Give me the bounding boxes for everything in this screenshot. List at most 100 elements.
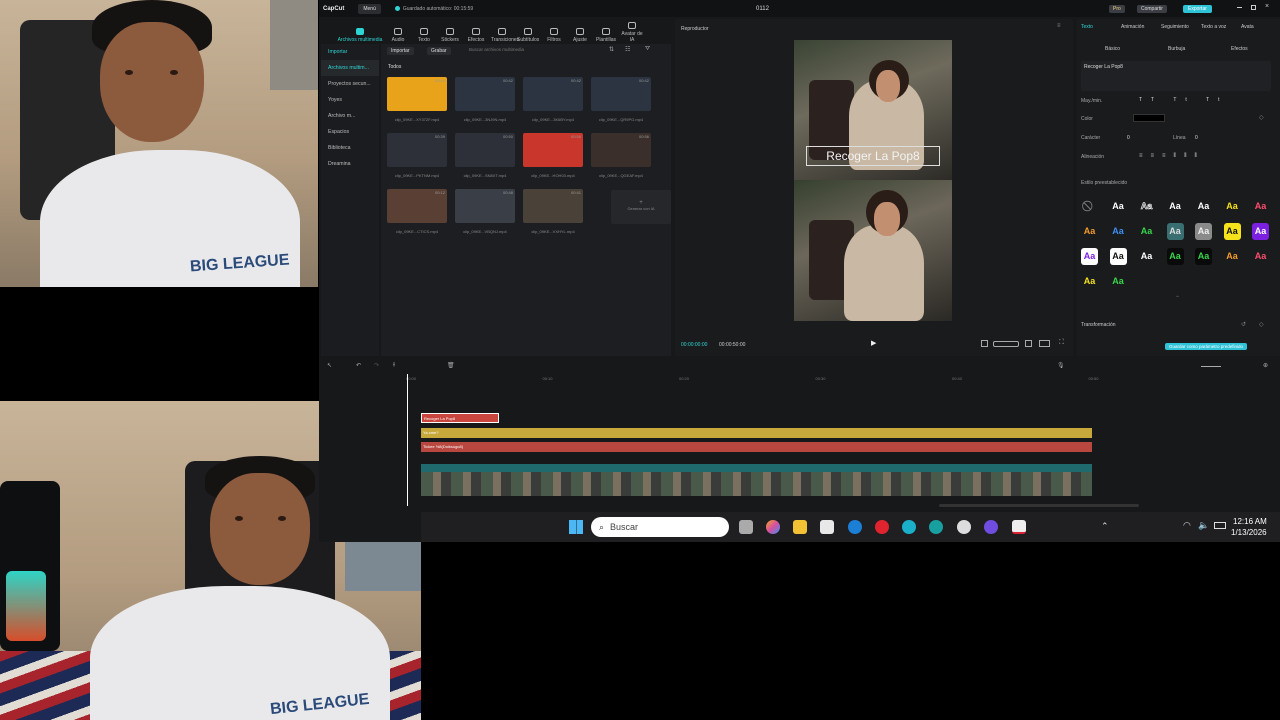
sidebar-item[interactable]: Yoyes <box>321 92 379 108</box>
windows-start-icon[interactable] <box>569 520 583 534</box>
filter-all[interactable]: Todos <box>388 64 401 70</box>
text-preset[interactable]: Aa <box>1252 223 1269 240</box>
props-subtab[interactable]: Efectos <box>1231 46 1248 52</box>
text-preset[interactable]: Aa <box>1224 248 1241 265</box>
redo-icon[interactable]: ↷ <box>374 362 379 369</box>
wifi-icon[interactable]: ◠ <box>1183 520 1191 531</box>
media-clip-thumb[interactable]: 00:10 <box>387 77 447 111</box>
text-preset[interactable]: Aa <box>1138 198 1155 215</box>
text-preset[interactable]: Aa <box>1110 223 1127 240</box>
media-clip-thumb[interactable]: 00:41 <box>523 189 583 223</box>
edge-icon[interactable] <box>848 520 862 534</box>
mic-icon[interactable]: 🎙 <box>1057 362 1065 369</box>
text-preset[interactable]: Aa <box>1110 198 1127 215</box>
sort-icon[interactable]: ⇅ <box>609 46 614 53</box>
chatgpt-icon[interactable] <box>957 520 971 534</box>
tab-1[interactable]: Audio <box>387 28 409 43</box>
text-preset[interactable]: Aa <box>1110 273 1127 290</box>
reset-icon[interactable]: ↺ <box>1241 321 1246 328</box>
text-preset[interactable]: ⃠ <box>1081 198 1098 215</box>
props-tab[interactable]: Animación <box>1121 24 1144 30</box>
color-swatch[interactable] <box>1133 114 1165 122</box>
close-icon[interactable]: × <box>1265 3 1269 10</box>
text-clip[interactable]: Recoger La Pop8 <box>421 413 499 423</box>
search-input[interactable]: Buscar archivos multimedia <box>469 47 579 52</box>
text-preset[interactable]: Aa <box>1081 273 1098 290</box>
text-preset[interactable]: Aa <box>1223 223 1241 240</box>
task-view-icon[interactable] <box>739 520 753 534</box>
props-subtab[interactable]: Básico <box>1105 46 1120 52</box>
ai-generate-tile[interactable]: + Generar con IA <box>611 190 671 224</box>
player-menu-icon[interactable]: ≡ <box>1057 23 1061 29</box>
filter-icon[interactable]: ⛛ <box>645 46 650 53</box>
text-preset[interactable]: Aa <box>1167 198 1184 215</box>
minimize-icon[interactable] <box>1237 7 1242 8</box>
text-preset[interactable]: Aa <box>1166 248 1184 265</box>
char-value[interactable]: 0 <box>1127 135 1130 141</box>
media-clip-thumb[interactable]: 00:50 <box>455 133 515 167</box>
text-preset[interactable]: Aa <box>1195 223 1212 240</box>
copilot-icon[interactable] <box>766 520 780 534</box>
store-icon[interactable] <box>820 520 834 534</box>
taskbar-search[interactable]: ⌕ Buscar <box>591 517 729 537</box>
pro-badge[interactable]: Pro <box>1109 4 1125 13</box>
volume-icon[interactable]: 🔈 <box>1198 520 1209 531</box>
media-clip-thumb[interactable]: 00:12 <box>387 189 447 223</box>
sidebar-item[interactable]: Archivo m... <box>321 108 379 124</box>
text-preset[interactable]: Aa <box>1138 223 1155 240</box>
caption-box[interactable]: Recoger La Pop8 <box>806 146 940 166</box>
fullscreen-icon[interactable]: ⛶ <box>1059 339 1064 347</box>
media-clip-thumb[interactable]: 00:42 <box>523 77 583 111</box>
text-preset[interactable]: Aa <box>1195 248 1212 265</box>
project-title[interactable]: 0112 <box>756 6 769 12</box>
tab-8[interactable]: Ajuste <box>569 28 591 43</box>
tab-5[interactable]: Transiciones <box>491 28 519 43</box>
props-tab[interactable]: Texto <box>1081 24 1093 30</box>
taskbar-time[interactable]: 12:16 AM <box>1233 517 1267 526</box>
sidebar-item[interactable]: Archivos multim... <box>321 60 379 76</box>
text-preset[interactable]: Aa <box>1252 198 1269 215</box>
zoom-slider[interactable] <box>1201 366 1221 367</box>
media-clip-thumb[interactable]: 00:42 <box>591 77 651 111</box>
text-preset[interactable]: Aa <box>1081 223 1098 240</box>
edge-beta-icon[interactable] <box>902 520 916 534</box>
text-preset[interactable]: Aa <box>1138 248 1155 265</box>
sidebar-item[interactable]: Biblioteca <box>321 140 379 156</box>
sidebar-item[interactable]: Espacios <box>321 124 379 140</box>
zoom-in-icon[interactable]: ⊕ <box>1263 362 1268 369</box>
export-button[interactable]: Exportar <box>1183 4 1212 13</box>
text-input[interactable]: Recoger La Pop8 <box>1081 61 1271 91</box>
text-preset[interactable]: Aa <box>1252 248 1269 265</box>
menu-button[interactable]: Menú <box>358 3 381 14</box>
media-clip-thumb[interactable]: 00:48 <box>455 189 515 223</box>
opera-icon[interactable] <box>875 520 889 534</box>
ratio-icon[interactable] <box>981 340 988 347</box>
tab-9[interactable]: Plantillas <box>595 28 617 43</box>
save-preset-button[interactable]: Guardar como parámetro predefinido <box>1165 343 1248 350</box>
tab-10[interactable]: Avatar de IA <box>621 22 643 43</box>
tray-chevron-icon[interactable]: ⌃ <box>1101 521 1109 532</box>
tab-7[interactable]: Filtros <box>543 28 565 43</box>
share-button[interactable]: Compartir <box>1137 4 1167 13</box>
video-track[interactable]: clip_09KE1VSKKHQ3WH03HNWXRH9.mp4 00:00:5… <box>421 464 1092 496</box>
keyframe-icon[interactable]: ◇ <box>1259 114 1264 121</box>
props-tab[interactable]: Seguimiento <box>1161 24 1189 30</box>
props-tab[interactable]: Avata <box>1241 24 1254 30</box>
file-explorer-icon[interactable] <box>793 520 807 534</box>
text-preset[interactable]: Aa <box>1081 248 1098 265</box>
video-preview[interactable]: Recoger La Pop8 <box>794 40 952 321</box>
playhead[interactable] <box>407 374 408 506</box>
capcut-taskbar-icon[interactable] <box>1012 520 1026 534</box>
discord-icon[interactable] <box>984 520 998 534</box>
edge-dev-icon[interactable] <box>929 520 943 534</box>
tab-2[interactable]: Texto <box>413 28 435 43</box>
tab-3[interactable]: Stickers <box>439 28 461 43</box>
collapse-icon[interactable]: ⌃ <box>1175 295 1180 302</box>
select-tool-icon[interactable]: ↖ <box>327 362 332 369</box>
case-buttons[interactable]: TT Tt Tt <box>1139 97 1229 103</box>
sidebar-item[interactable]: Proyectos secun... <box>321 76 379 92</box>
sidebar-item[interactable]: Dreamina <box>321 156 379 172</box>
tab-4[interactable]: Efectos <box>465 28 487 43</box>
maximize-icon[interactable] <box>1251 5 1256 10</box>
media-clip-thumb[interactable]: 00:39 <box>387 133 447 167</box>
